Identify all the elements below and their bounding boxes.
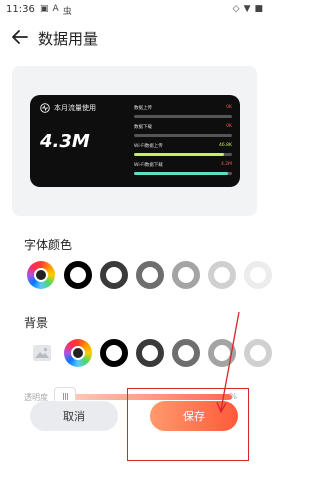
- status-time: 11:36: [6, 4, 35, 15]
- background-swatch-light-gray[interactable]: [208, 339, 236, 367]
- widget-usage-row: 数据下载 0K: [134, 124, 232, 143]
- background-swatch-gray[interactable]: [172, 339, 200, 367]
- background-swatches: [0, 339, 272, 371]
- widget-usage-label: 数据下载: [134, 125, 152, 130]
- widget-title: 本月流量使用: [54, 104, 96, 112]
- status-bar: 11:36 ▣ A 虫 ◇ ▼ ■: [0, 0, 269, 20]
- widget-usage-value: 46.8K: [219, 143, 232, 148]
- widget-total-usage: 4.3M: [40, 131, 90, 152]
- font-color-label: 字体颜色: [24, 238, 73, 252]
- gallery-notification-icon: ▣: [40, 4, 49, 14]
- widget-usage-label: Wi-Fi数据下载: [134, 163, 163, 168]
- page-title: 数据用量: [38, 30, 99, 48]
- vibrate-icon: ◇: [232, 4, 240, 14]
- font-color-swatch-white[interactable]: [244, 261, 272, 289]
- widget-usage-rows: 数据上传 0K 数据下载 0K Wi-Fi数据上传 46.8K Wi-Fi数据下载 4.2M: [134, 105, 232, 181]
- widget-usage-value: 4.2M: [220, 162, 232, 167]
- widget-usage-row: 数据上传 0K: [134, 105, 232, 124]
- font-color-swatch-silver[interactable]: [208, 261, 236, 289]
- widget-usage-value: 0K: [226, 105, 232, 110]
- font-color-swatch-black[interactable]: [64, 261, 92, 289]
- widget-usage-bar: [134, 172, 232, 175]
- widget-usage-bar: [134, 153, 232, 156]
- widget-usage-row: Wi-Fi数据上传 46.8K: [134, 143, 232, 162]
- pulse-icon: [40, 103, 50, 113]
- app-notification-icon: A: [52, 4, 59, 14]
- widget-usage-label: 数据上传: [134, 106, 152, 111]
- wifi-icon: ▼: [243, 4, 251, 14]
- status-icons-right: ◇ ▼ ■: [233, 4, 263, 14]
- save-highlight-box: [127, 388, 249, 461]
- back-arrow-icon[interactable]: [10, 26, 30, 48]
- widget-usage-bar: [134, 115, 232, 118]
- background-swatch-black[interactable]: [100, 339, 128, 367]
- background-custom-swatch[interactable]: [64, 339, 92, 367]
- widget-usage-row: Wi-Fi数据下载 4.2M: [134, 162, 232, 181]
- font-color-swatches: [0, 261, 272, 293]
- widget-usage-bar: [134, 134, 232, 137]
- widget-usage-bar-fill: [134, 172, 229, 175]
- background-swatch-dark-gray[interactable]: [136, 339, 164, 367]
- widget-title-row: 本月流量使用: [40, 103, 96, 113]
- widget-usage-bar-fill: [134, 153, 225, 156]
- font-color-swatch-dark-gray[interactable]: [100, 261, 128, 289]
- widget-usage-label: Wi-Fi数据上传: [134, 144, 163, 149]
- bug-notification-icon: 虫: [62, 7, 72, 17]
- font-color-custom-swatch[interactable]: [27, 261, 55, 289]
- font-color-swatch-light-gray[interactable]: [172, 261, 200, 289]
- image-picker-icon[interactable]: [32, 343, 52, 363]
- background-swatch-silver[interactable]: [244, 339, 272, 367]
- cancel-button[interactable]: 取消: [30, 401, 118, 431]
- font-color-swatch-gray[interactable]: [136, 261, 164, 289]
- battery-icon: ■: [254, 4, 263, 14]
- header: 数据用量: [0, 22, 269, 54]
- background-label: 背景: [24, 316, 49, 330]
- status-icons-left: ▣ A 虫: [40, 4, 72, 17]
- widget-usage-value: 0K: [226, 124, 232, 129]
- widget-preview-card: 本月流量使用 4.3M 数据上传 0K 数据下载 0K Wi-Fi数据上传 46.8K Wi…: [30, 95, 240, 187]
